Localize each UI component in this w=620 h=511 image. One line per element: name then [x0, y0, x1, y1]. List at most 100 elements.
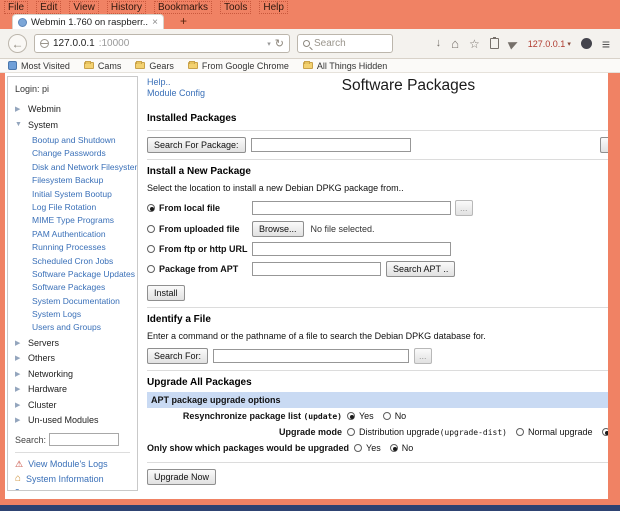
option-label: Don't upgrade: [614, 427, 620, 437]
bookmark-item-most-visited[interactable]: Most Visited: [8, 61, 70, 71]
bookmark-item-all-things-hidden[interactable]: All Things Hidden: [303, 61, 387, 71]
url-host: 127.0.0.1: [53, 38, 95, 49]
identify-file-input[interactable]: [213, 349, 409, 363]
chat-extension-icon[interactable]: [581, 38, 592, 49]
upgrade-row-options: Distribution upgrade (upgrade-dist)Norma…: [347, 427, 620, 437]
divider: [147, 130, 620, 131]
bookmark-item-cams[interactable]: Cams: [84, 61, 122, 71]
sidebar-item-change-passwords[interactable]: Change Passwords: [15, 148, 137, 158]
sidebar-item-software-package-updates[interactable]: Software Package Updates: [15, 269, 137, 279]
clipboard-icon[interactable]: [490, 38, 499, 49]
footer-link-view-module-s-logs[interactable]: ⚠View Module's Logs: [15, 459, 137, 469]
sidebar-category-others[interactable]: ▶Others: [15, 353, 137, 363]
option-yes: Yes: [354, 443, 381, 453]
radio-yes[interactable]: [347, 412, 355, 420]
url-port: :10000: [99, 38, 130, 49]
bookmark-star-icon[interactable]: ☆: [469, 38, 480, 50]
tab-close-icon[interactable]: ×: [152, 17, 158, 28]
radio-don-t-upgrade[interactable]: [602, 428, 610, 436]
new-tab-button[interactable]: +: [172, 14, 195, 29]
sidebar-item-log-file-rotation[interactable]: Log File Rotation: [15, 202, 137, 212]
install-option-label: From local file: [159, 203, 252, 213]
search-for-package-button[interactable]: Search For Package:: [147, 137, 246, 153]
ftp-http-url-input[interactable]: [252, 242, 451, 256]
option-label: Yes: [359, 411, 374, 421]
option-no: No: [383, 411, 407, 421]
sidebar-category-servers[interactable]: ▶Servers: [15, 338, 137, 348]
radio-no[interactable]: [383, 412, 391, 420]
sidebar-search-input[interactable]: [49, 433, 119, 446]
sidebar-item-mime-type-programs[interactable]: MIME Type Programs: [15, 215, 137, 225]
browse-button[interactable]: Browse...: [252, 221, 304, 237]
radio-distribution-upgrade[interactable]: [347, 428, 355, 436]
menu-history[interactable]: History: [107, 1, 146, 14]
menu-view[interactable]: View: [69, 1, 99, 14]
radio-normal-upgrade[interactable]: [516, 428, 524, 436]
footer-link-label: View Module's Logs: [28, 459, 108, 469]
menu-bookmarks[interactable]: Bookmarks: [154, 1, 212, 14]
sidebar-item-pam-authentication[interactable]: PAM Authentication: [15, 229, 137, 239]
apt-package-input[interactable]: [252, 262, 381, 276]
radio-package-from-apt[interactable]: [147, 265, 155, 273]
back-button[interactable]: ←: [8, 34, 27, 53]
chevron-right-icon: ▶: [15, 416, 23, 424]
apt-options-table-header: APT package upgrade options: [147, 392, 620, 408]
menu-icon[interactable]: ≡: [602, 36, 610, 52]
search-for-button[interactable]: Search For:: [147, 348, 208, 364]
menu-file[interactable]: File: [4, 1, 28, 14]
install-option-from-ftp-or-http-url: From ftp or http URL: [147, 242, 620, 256]
footer-link-system-information[interactable]: ⌂System Information: [15, 474, 137, 484]
download-icon[interactable]: ↓: [436, 38, 442, 49]
local-file-chooser-button[interactable]: ...: [455, 200, 473, 216]
search-bar[interactable]: Search: [297, 34, 393, 53]
search-docs-link[interactable]: Search Docs..: [611, 77, 620, 87]
sidebar-category-webmin[interactable]: ▶Webmin: [15, 104, 137, 114]
sidebar-category-un-used-modules[interactable]: ▶Un-used Modules: [15, 415, 137, 425]
sidebar-item-bootup-and-shutdown[interactable]: Bootup and Shutdown: [15, 135, 137, 145]
home-icon[interactable]: ⌂: [451, 37, 459, 50]
menu-tools[interactable]: Tools: [220, 1, 251, 14]
package-search-input[interactable]: [251, 138, 411, 152]
sidebar-item-users-and-groups[interactable]: Users and Groups: [15, 322, 137, 332]
identify-intro-text: Enter a command or the pathname of a fil…: [147, 331, 620, 341]
radio-yes[interactable]: [354, 444, 362, 452]
package-tree-button[interactable]: Package Tree: [600, 137, 620, 153]
sidebar-item-software-packages[interactable]: Software Packages: [15, 282, 137, 292]
sidebar-category-hardware[interactable]: ▶Hardware: [15, 384, 137, 394]
sidebar-category-networking[interactable]: ▶Networking: [15, 369, 137, 379]
url-bar[interactable]: 127.0.0.1 :10000 ▾ ↻: [34, 34, 290, 53]
chevron-right-icon: ▶: [15, 370, 23, 378]
footer-link-refresh-modules[interactable]: ↻Refresh Modules: [15, 489, 137, 491]
reload-icon[interactable]: ↻: [275, 37, 284, 50]
sidebar-item-system-logs[interactable]: System Logs: [15, 309, 137, 319]
sidebar-item-initial-system-bootup[interactable]: Initial System Bootup: [15, 189, 137, 199]
radio-from-local-file[interactable]: [147, 204, 155, 212]
sidebar-item-system-documentation[interactable]: System Documentation: [15, 296, 137, 306]
sidebar-item-running-processes[interactable]: Running Processes: [15, 242, 137, 252]
bookmark-label: Gears: [149, 61, 174, 71]
sidebar-item-filesystem-backup[interactable]: Filesystem Backup: [15, 175, 137, 185]
browser-window: File Edit View History Bookmarks Tools Help We…: [0, 0, 620, 511]
browser-tab[interactable]: Webmin 1.760 on raspberr... ×: [12, 14, 164, 29]
sidebar-category-cluster[interactable]: ▶Cluster: [15, 400, 137, 410]
identify-file-chooser-button[interactable]: ...: [414, 348, 432, 364]
menu-edit[interactable]: Edit: [36, 1, 61, 14]
bookmark-item-from-google-chrome[interactable]: From Google Chrome: [188, 61, 289, 71]
install-button[interactable]: Install: [147, 285, 185, 301]
bookmark-item-gears[interactable]: Gears: [135, 61, 174, 71]
url-dropdown-icon[interactable]: ▾: [267, 40, 271, 48]
menu-help[interactable]: Help: [259, 1, 288, 14]
search-apt-button[interactable]: Search APT ..: [386, 261, 455, 277]
local-file-input[interactable]: [252, 201, 451, 215]
search-icon: [303, 40, 310, 47]
upgrade-now-button[interactable]: Upgrade Now: [147, 469, 216, 485]
sidebar-category-system[interactable]: ▼System: [15, 120, 137, 130]
sidebar-item-scheduled-cron-jobs[interactable]: Scheduled Cron Jobs: [15, 256, 137, 266]
ip-indicator-button[interactable]: 127.0.0.1 ▾: [528, 39, 571, 49]
radio-from-uploaded-file[interactable]: [147, 225, 155, 233]
radio-no[interactable]: [390, 444, 398, 452]
send-icon[interactable]: [507, 38, 519, 49]
radio-from-ftp-or-http-url[interactable]: [147, 245, 155, 253]
search-placeholder: Search: [314, 38, 346, 49]
sidebar-item-disk-and-network-filesystems[interactable]: Disk and Network Filesystems: [15, 162, 137, 172]
